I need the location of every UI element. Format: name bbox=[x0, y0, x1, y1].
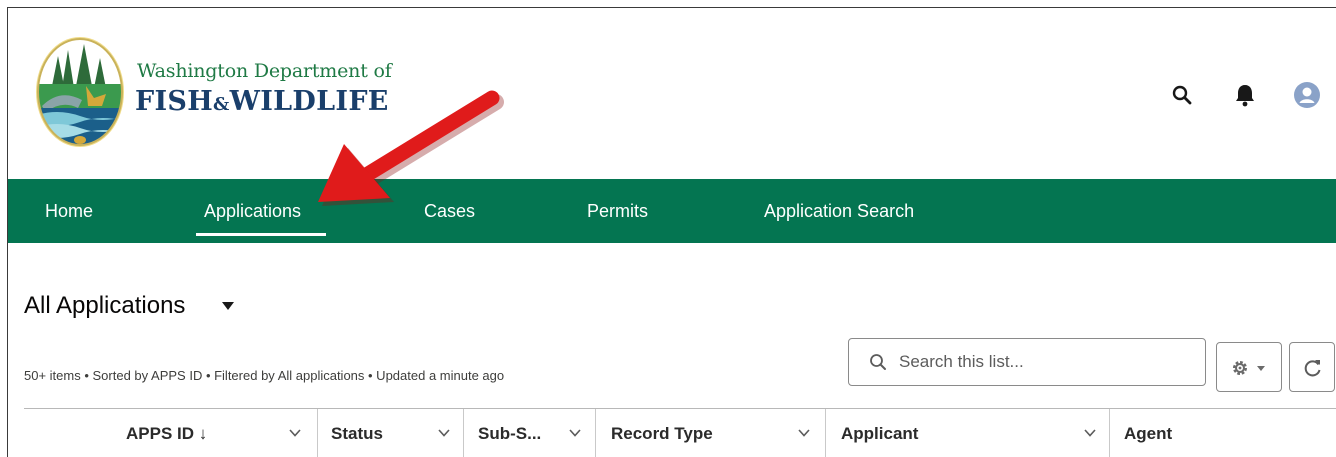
chevron-down-icon[interactable] bbox=[437, 426, 451, 440]
search-icon bbox=[869, 353, 887, 371]
nav-active-indicator bbox=[196, 233, 326, 236]
column-divider[interactable] bbox=[1109, 409, 1110, 457]
chevron-down-icon[interactable] bbox=[288, 426, 302, 440]
column-header-record-type[interactable]: Record Type bbox=[611, 424, 713, 444]
user-avatar-icon[interactable] bbox=[1294, 82, 1320, 108]
red-arrow-annotation bbox=[318, 90, 504, 206]
wdfw-logo bbox=[36, 37, 124, 147]
column-divider[interactable] bbox=[463, 409, 464, 457]
column-header-applicant[interactable]: Applicant bbox=[841, 424, 918, 444]
list-view-dropdown-caret-icon[interactable] bbox=[222, 302, 234, 310]
list-view-meta: 50+ items • Sorted by APPS ID • Filtered… bbox=[24, 368, 505, 383]
org-name-amp: & bbox=[213, 94, 230, 115]
chevron-down-icon[interactable] bbox=[797, 426, 811, 440]
list-search-input[interactable]: Search this list... bbox=[848, 338, 1206, 386]
list-view-title[interactable]: All Applications bbox=[24, 292, 185, 320]
column-header-agent[interactable]: Agent bbox=[1124, 424, 1172, 444]
nav-item-home[interactable]: Home bbox=[45, 179, 93, 243]
column-header-sub-status[interactable]: Sub-S... bbox=[478, 424, 541, 444]
refresh-button[interactable] bbox=[1289, 342, 1335, 392]
bell-icon[interactable] bbox=[1232, 82, 1258, 108]
column-divider[interactable] bbox=[825, 409, 826, 457]
column-header-status[interactable]: Status bbox=[331, 424, 383, 444]
column-header-apps-id[interactable]: APPS ID ↓ bbox=[126, 424, 207, 444]
nav-item-application-search[interactable]: Application Search bbox=[764, 179, 914, 243]
nav-item-permits[interactable]: Permits bbox=[587, 179, 648, 243]
list-settings-button[interactable] bbox=[1216, 342, 1282, 392]
chevron-down-icon[interactable] bbox=[568, 426, 582, 440]
column-divider[interactable] bbox=[595, 409, 596, 457]
org-name-line1: Washington Department of bbox=[137, 60, 392, 82]
column-divider[interactable] bbox=[317, 409, 318, 457]
org-name-fish: FISH bbox=[135, 86, 214, 117]
table-header-divider bbox=[24, 408, 1336, 409]
gear-icon bbox=[1233, 361, 1265, 375]
refresh-icon bbox=[1304, 360, 1321, 377]
search-icon[interactable] bbox=[1169, 82, 1195, 108]
search-placeholder: Search this list... bbox=[899, 352, 1024, 371]
chevron-down-icon[interactable] bbox=[1083, 426, 1097, 440]
